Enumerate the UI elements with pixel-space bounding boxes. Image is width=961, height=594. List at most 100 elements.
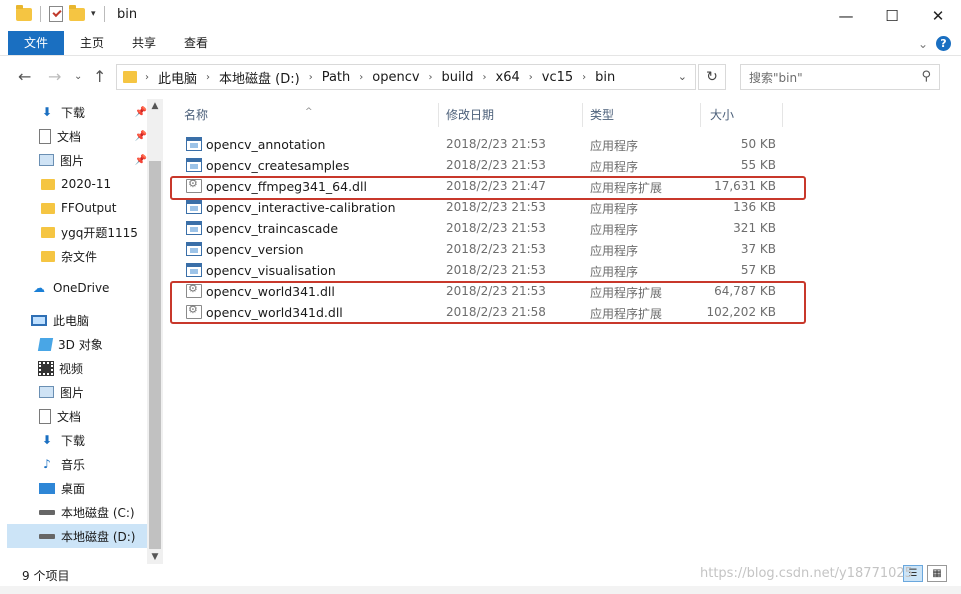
breadcrumb-x64[interactable]: x64 xyxy=(496,70,520,85)
scrollbar-thumb[interactable] xyxy=(149,161,161,549)
customize-toolbar-dropdown-icon[interactable]: ▾ xyxy=(91,9,96,19)
file-date: 2018/2/23 21:53 xyxy=(446,221,546,235)
address-dropdown-icon[interactable]: ⌄ xyxy=(678,70,687,83)
picture-icon xyxy=(39,154,54,166)
document-icon xyxy=(39,128,51,144)
application-icon xyxy=(186,200,202,214)
nav-item-misc-files[interactable]: 杂文件 xyxy=(41,244,147,268)
column-header-name[interactable]: 名称 ^ xyxy=(173,103,439,127)
folder-icon xyxy=(41,250,55,262)
desktop-icon xyxy=(39,482,55,494)
recent-locations-chevron-icon[interactable]: ⌄ xyxy=(74,71,82,82)
scroll-down-icon[interactable]: ▼ xyxy=(147,552,163,562)
download-icon: ⬇ xyxy=(41,105,53,119)
file-size: 55 KB xyxy=(740,158,776,172)
file-size: 37 KB xyxy=(740,242,776,256)
file-date: 2018/2/23 21:53 xyxy=(446,242,546,256)
file-row[interactable]: opencv_annotation 2018/2/23 21:53 应用程序 5… xyxy=(173,134,793,155)
application-icon xyxy=(186,158,202,172)
column-header-label: 大小 xyxy=(710,108,735,122)
breadcrumb-path[interactable]: Path xyxy=(322,70,351,85)
close-button[interactable]: ✕ xyxy=(915,0,961,31)
file-name: opencv_interactive-calibration xyxy=(206,200,396,215)
large-icons-view-icon[interactable]: ▦ xyxy=(927,565,947,582)
nav-item-onedrive[interactable]: ☁ OneDrive xyxy=(31,276,147,300)
address-bar[interactable]: › 此电脑 › 本地磁盘 (D:) › Path › opencv › buil… xyxy=(116,64,696,90)
nav-item-2020-11[interactable]: 2020-11 xyxy=(41,172,147,196)
chevron-right-icon[interactable]: › xyxy=(529,72,533,83)
column-header-date[interactable]: 修改日期 xyxy=(435,103,583,127)
tab-share[interactable]: 共享 xyxy=(118,31,170,55)
chevron-right-icon[interactable]: › xyxy=(309,72,313,83)
file-date: 2018/2/23 21:53 xyxy=(446,200,546,214)
tab-file[interactable]: 文件 xyxy=(8,31,64,55)
nav-item-desktop[interactable]: 桌面 xyxy=(39,476,147,500)
breadcrumb-this-pc[interactable]: 此电脑 xyxy=(158,68,197,87)
chevron-right-icon[interactable]: › xyxy=(359,72,363,83)
file-size: 136 KB xyxy=(733,200,776,214)
minimize-button[interactable]: — xyxy=(823,0,869,31)
properties-icon[interactable] xyxy=(49,6,63,22)
chevron-right-icon[interactable]: › xyxy=(582,72,586,83)
window-title: bin xyxy=(117,7,138,22)
nav-pane-scrollbar[interactable]: ▲ ▼ xyxy=(147,99,163,564)
chevron-right-icon[interactable]: › xyxy=(206,72,210,83)
search-placeholder: 搜索"bin" xyxy=(749,70,803,85)
ribbon-tabs: 文件 主页 共享 查看 ⌄ ? xyxy=(0,31,961,56)
nav-item-pictures-pc[interactable]: 图片 xyxy=(39,380,147,404)
nav-item-3d-objects[interactable]: 3D 对象 xyxy=(37,332,147,356)
file-row[interactable]: opencv_interactive-calibration 2018/2/23… xyxy=(173,197,793,218)
nav-item-label: OneDrive xyxy=(53,281,110,295)
column-header-size[interactable]: 大小 xyxy=(699,103,783,127)
nav-item-downloads-pc[interactable]: ⬇ 下载 xyxy=(39,428,147,452)
nav-item-videos[interactable]: 视频 xyxy=(38,356,147,380)
up-arrow-icon[interactable]: ↑ xyxy=(93,67,106,86)
file-row[interactable]: opencv_visualisation 2018/2/23 21:53 应用程… xyxy=(173,260,793,281)
nav-item-ygq-kaiti[interactable]: ygq开题1115 xyxy=(41,220,147,244)
nav-item-downloads[interactable]: ⬇ 下载 📌 xyxy=(39,100,147,124)
breadcrumb-build[interactable]: build xyxy=(442,70,474,85)
expand-ribbon-chevron-icon[interactable]: ⌄ xyxy=(918,37,928,51)
help-icon[interactable]: ? xyxy=(936,36,951,51)
nav-item-music[interactable]: ♪ 音乐 xyxy=(39,452,147,476)
tab-view[interactable]: 查看 xyxy=(170,31,222,55)
nav-item-label: 图片 xyxy=(60,153,85,168)
breadcrumb-vc15[interactable]: vc15 xyxy=(542,70,573,85)
nav-item-label: 文档 xyxy=(57,129,82,144)
maximize-button[interactable]: ☐ xyxy=(869,0,915,31)
nav-item-label: 本地磁盘 (D:) xyxy=(61,529,136,544)
refresh-button[interactable]: ↻ xyxy=(698,64,726,90)
file-size: 321 KB xyxy=(733,221,776,235)
breadcrumb-bin[interactable]: bin xyxy=(595,70,615,85)
nav-item-documents[interactable]: 文档 📌 xyxy=(39,124,147,148)
forward-arrow-icon[interactable]: → xyxy=(48,67,61,86)
nav-item-drive-c[interactable]: 本地磁盘 (C:) xyxy=(39,500,147,524)
pin-icon: 📌 xyxy=(134,130,147,142)
chevron-right-icon[interactable]: › xyxy=(145,72,149,83)
file-row[interactable]: opencv_traincascade 2018/2/23 21:53 应用程序… xyxy=(173,218,793,239)
column-header-label: 类型 xyxy=(590,108,615,122)
breadcrumb-opencv[interactable]: opencv xyxy=(372,70,419,85)
computer-icon xyxy=(31,314,47,326)
scroll-up-icon[interactable]: ▲ xyxy=(147,101,163,111)
nav-item-documents-pc[interactable]: 文档 xyxy=(39,404,147,428)
nav-item-label: 本地磁盘 (C:) xyxy=(61,505,135,520)
drive-icon xyxy=(39,509,55,515)
highlight-box xyxy=(170,281,806,324)
new-folder-icon[interactable] xyxy=(69,4,85,21)
file-row[interactable]: opencv_createsamples 2018/2/23 21:53 应用程… xyxy=(173,155,793,176)
search-input[interactable]: 搜索"bin" ⚲ xyxy=(740,64,940,90)
nav-item-ffoutput[interactable]: FFOutput xyxy=(41,196,147,220)
nav-item-this-pc[interactable]: 此电脑 xyxy=(31,308,147,332)
back-arrow-icon[interactable]: ← xyxy=(18,67,31,86)
tab-home[interactable]: 主页 xyxy=(66,31,118,55)
breadcrumb-drive-d[interactable]: 本地磁盘 (D:) xyxy=(219,68,300,87)
nav-item-drive-d[interactable]: 本地磁盘 (D:) xyxy=(7,524,147,548)
chevron-right-icon[interactable]: › xyxy=(483,72,487,83)
column-header-type[interactable]: 类型 xyxy=(579,103,701,127)
file-row[interactable]: opencv_version 2018/2/23 21:53 应用程序 37 K… xyxy=(173,239,793,260)
nav-item-pictures[interactable]: 图片 📌 xyxy=(39,148,147,172)
file-date: 2018/2/23 21:53 xyxy=(446,137,546,151)
pin-icon: 📌 xyxy=(134,106,147,118)
chevron-right-icon[interactable]: › xyxy=(429,72,433,83)
